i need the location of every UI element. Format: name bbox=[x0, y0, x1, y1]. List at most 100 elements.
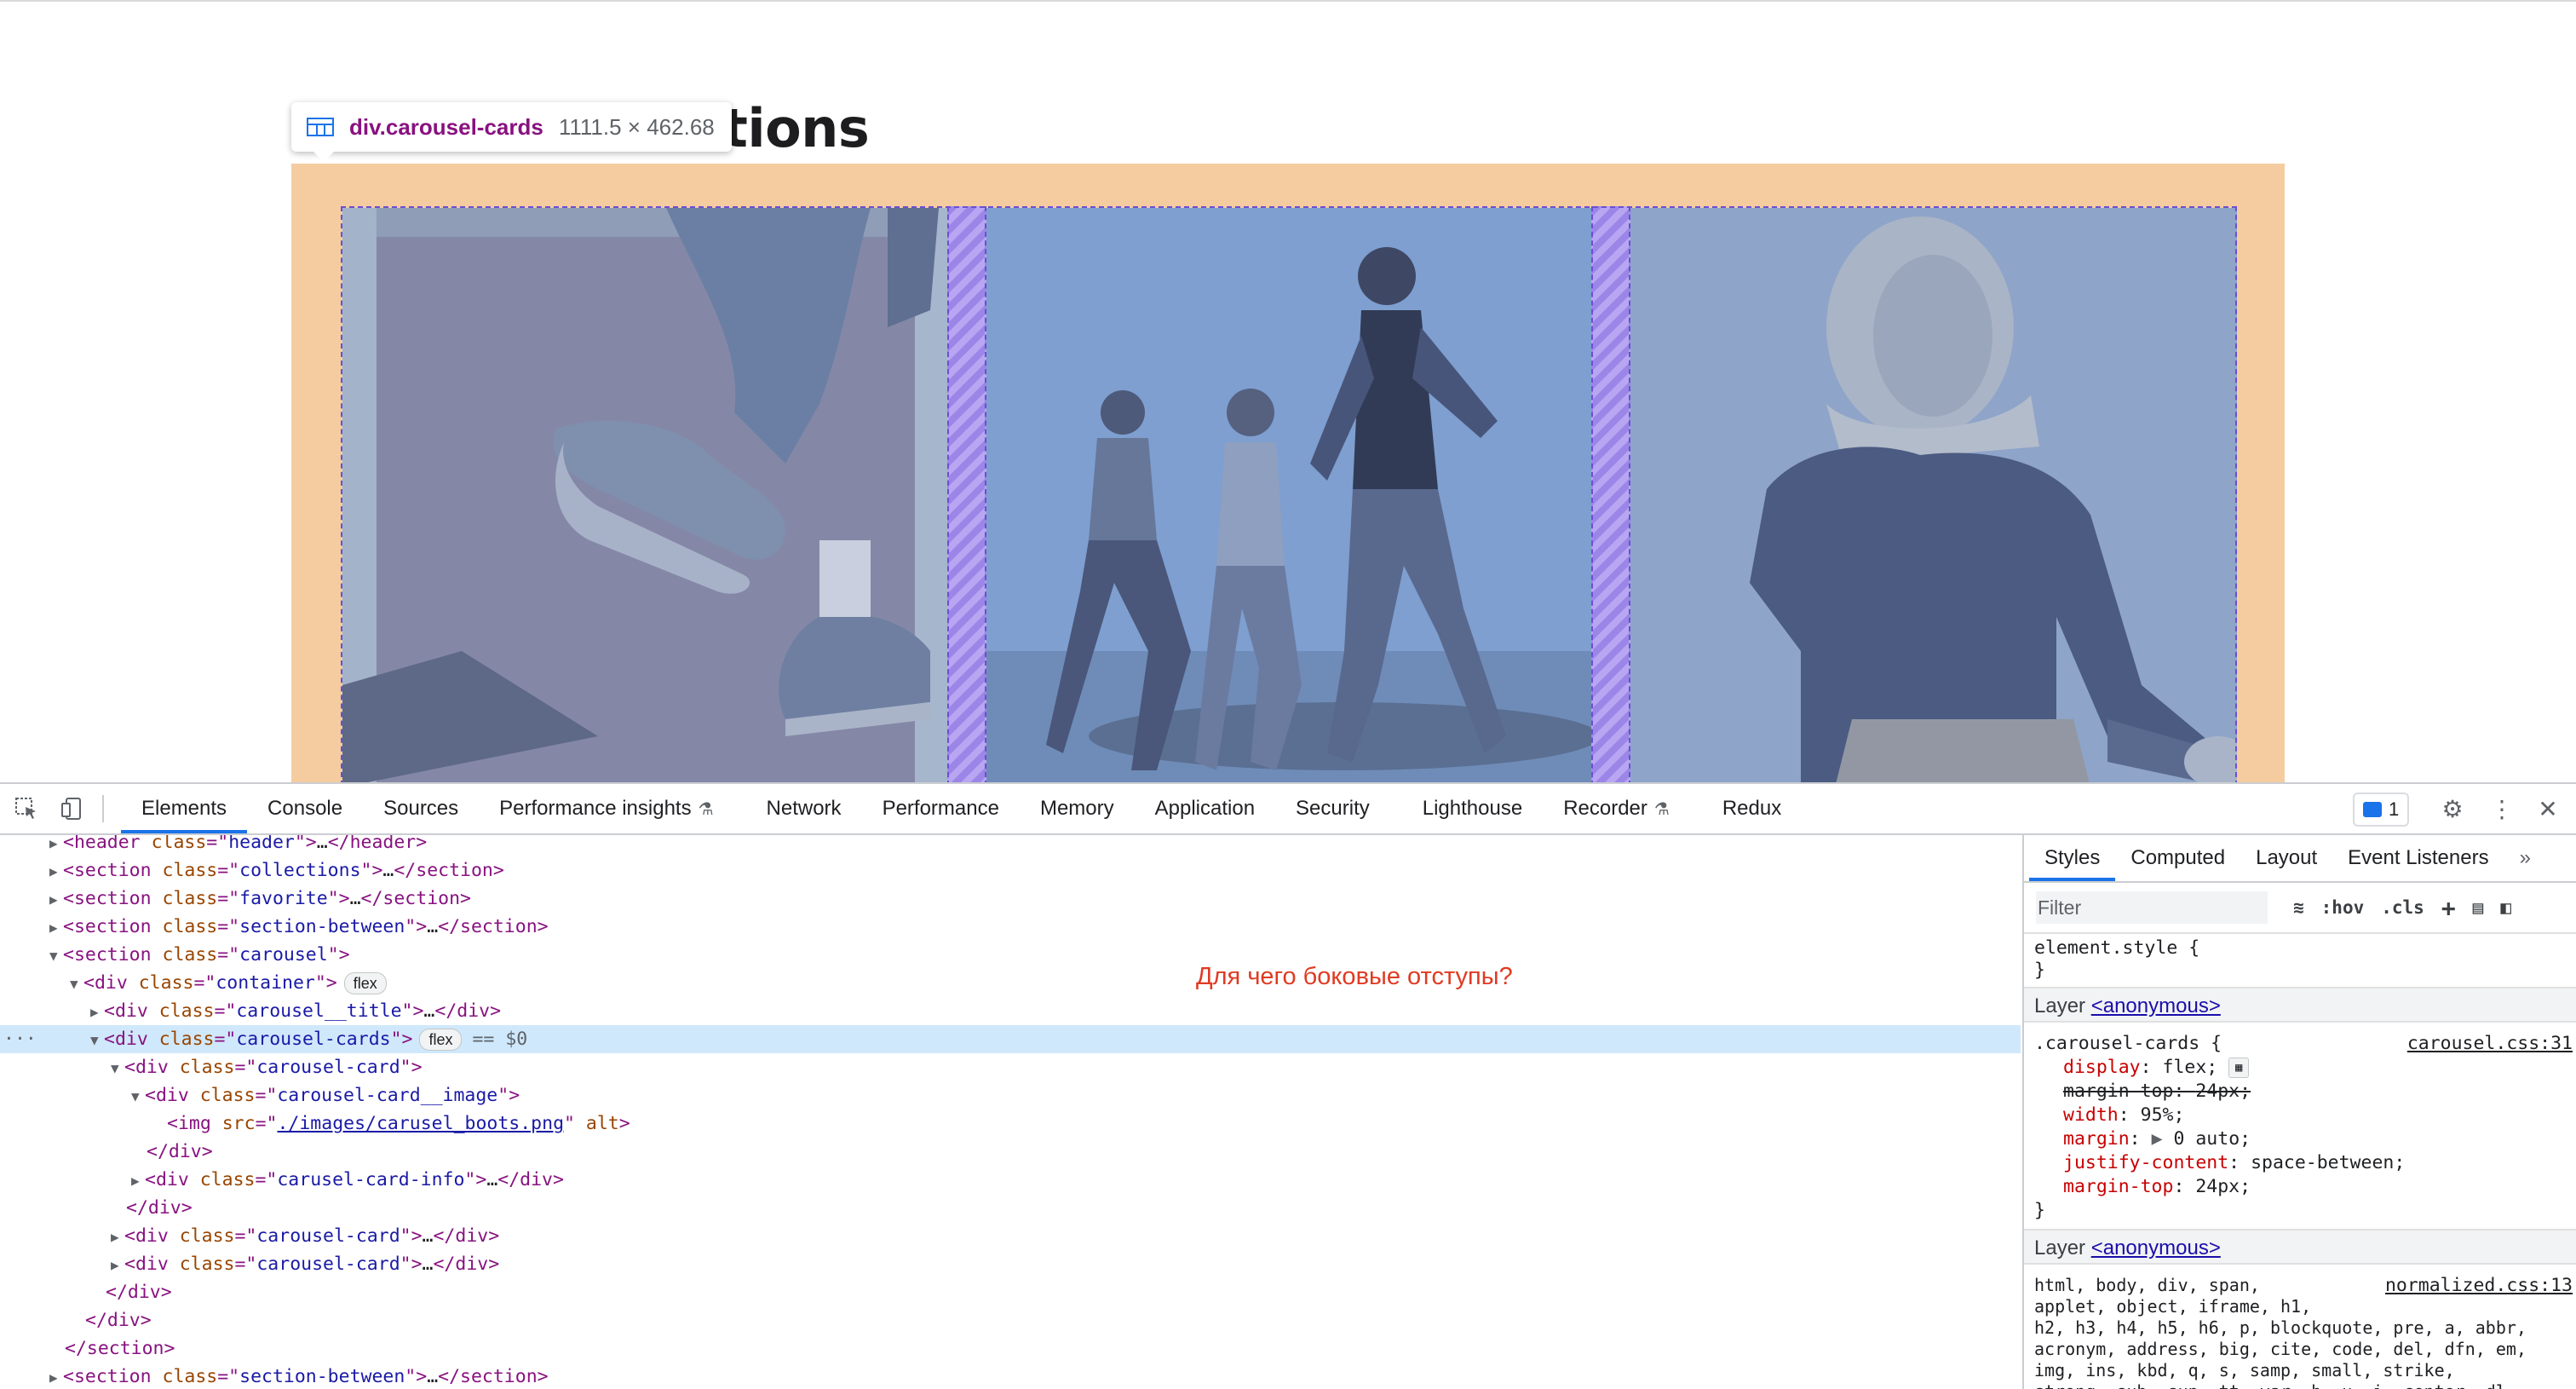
tooltip-element-size: 1111.5 × 462.68 bbox=[558, 113, 715, 140]
paint-brush-icon[interactable]: ▤ bbox=[2473, 897, 2484, 918]
issues-counter-button[interactable]: 1 bbox=[2353, 792, 2410, 827]
tab-elements[interactable]: Elements bbox=[121, 784, 248, 833]
close-devtools-icon[interactable]: ✕ bbox=[2533, 794, 2562, 823]
tab-lighthouse[interactable]: Lighthouse bbox=[1402, 784, 1543, 833]
dom-node-section-between[interactable]: ▶ <section class="section-between">…</sec… bbox=[0, 1363, 2021, 1389]
boots-image bbox=[342, 208, 947, 782]
tab-performance[interactable]: Performance bbox=[862, 784, 1020, 833]
tab-label: Console bbox=[267, 797, 343, 820]
annotation-note: Для чего боковые отступы? bbox=[1196, 963, 1513, 990]
expand-triangle-icon[interactable]: ▶ bbox=[2141, 1128, 2174, 1150]
inspect-element-icon[interactable] bbox=[12, 794, 41, 823]
layer-link[interactable]: <anonymous> bbox=[2091, 994, 2221, 1017]
more-options-icon[interactable]: ⋮ bbox=[2487, 794, 2516, 823]
tab-label: Recorder bbox=[1563, 797, 1647, 820]
flex-badge[interactable]: flex bbox=[419, 1029, 463, 1051]
experiment-flask-icon: ⚗ bbox=[698, 799, 714, 819]
dom-node-header[interactable]: ▶ <header class="header">…</header> bbox=[0, 835, 2021, 856]
runners-image bbox=[986, 208, 1591, 782]
page-viewport: ctions div.carousel-cards 1111.5 × 462.6… bbox=[0, 2, 2576, 782]
reset-selector-line[interactable]: acronym, address, big, cite, code, del, … bbox=[2034, 1339, 2527, 1359]
dom-node-carousel-title[interactable]: ▶ <div class="carousel__title">…</div> bbox=[0, 997, 2021, 1025]
tab-styles[interactable]: Styles bbox=[2029, 835, 2116, 881]
element-style-rule[interactable]: element.style { bbox=[2034, 937, 2199, 959]
dom-node-container[interactable]: ▼ <div class="container"> flex bbox=[0, 969, 2021, 997]
flex-badge[interactable]: flex bbox=[343, 972, 387, 994]
tab-application[interactable]: Application bbox=[1135, 784, 1275, 833]
tab-label: Styles bbox=[2044, 846, 2101, 869]
dom-node-img[interactable]: <img src="./images/carusel_boots.png" al… bbox=[0, 1109, 2021, 1138]
tab-memory[interactable]: Memory bbox=[1020, 784, 1135, 833]
dom-node-card-image[interactable]: ▼ <div class="carousel-card__image"> bbox=[0, 1081, 2021, 1109]
dom-node-section-favorite[interactable]: ▶ <section class="favorite">…</section> bbox=[0, 885, 2021, 913]
decl-width[interactable]: width: 95%; bbox=[2063, 1104, 2184, 1126]
layer-header: Layer <anonymous> bbox=[2024, 987, 2576, 1023]
reset-selector-line[interactable]: html, body, div, span, bbox=[2034, 1275, 2260, 1295]
carousel-card-woman[interactable] bbox=[1630, 208, 2237, 782]
issues-count: 1 bbox=[2389, 798, 2400, 820]
reset-selector-line[interactable]: img, ins, kbd, q, s, samp, small, strike… bbox=[2034, 1360, 2455, 1380]
decl-margin-top-overridden[interactable]: margin-top: 24px; bbox=[2063, 1081, 2251, 1102]
message-icon bbox=[2363, 802, 2382, 817]
carousel-card-runners[interactable] bbox=[986, 208, 1591, 782]
decl-margin-top[interactable]: margin-top: 24px; bbox=[2063, 1176, 2251, 1197]
new-rule-plus-icon[interactable]: + bbox=[2441, 894, 2456, 922]
reset-selector-line[interactable]: h2, h3, h4, h5, h6, p, blockquote, pre, … bbox=[2034, 1317, 2527, 1338]
dom-node-close-section[interactable]: </section> bbox=[0, 1334, 2021, 1363]
dom-node-close-div[interactable]: </div> bbox=[0, 1278, 2021, 1306]
reset-selector-line[interactable]: applet, object, iframe, h1, bbox=[2034, 1296, 2311, 1317]
flexbox-editor-icon[interactable]: ▦ bbox=[2228, 1058, 2250, 1078]
hov-toggle[interactable]: :hov bbox=[2321, 897, 2365, 918]
styles-pane: Styles Computed Layout Event Listeners »… bbox=[2022, 835, 2576, 1389]
dom-node-close-div[interactable]: </div> bbox=[0, 1194, 2021, 1222]
dom-node-card-info[interactable]: ▶ <div class="carusel-card-info">…</div> bbox=[0, 1166, 2021, 1194]
tab-console[interactable]: Console bbox=[247, 784, 363, 833]
tab-layout[interactable]: Layout bbox=[2240, 835, 2332, 881]
tab-event-listeners[interactable]: Event Listeners bbox=[2332, 835, 2504, 881]
inspect-tooltip: div.carousel-cards 1111.5 × 462.68 bbox=[291, 102, 732, 162]
dom-node-carousel-card[interactable]: ▶ <div class="carousel-card">…</div> bbox=[0, 1222, 2021, 1250]
tab-network[interactable]: Network bbox=[746, 784, 862, 833]
img-src-link[interactable]: ./images/carusel_boots.png bbox=[277, 1113, 564, 1134]
rule-source-link[interactable]: normalized.css:13 bbox=[2385, 1275, 2573, 1296]
dom-node-carousel-card[interactable]: ▼ <div class="carousel-card"> bbox=[0, 1053, 2021, 1081]
experiment-flask-icon: ⚗ bbox=[1653, 799, 1670, 819]
tab-recorder[interactable]: Recorder ⚗ bbox=[1543, 784, 1690, 833]
layer-link[interactable]: <anonymous> bbox=[2091, 1236, 2221, 1259]
layer-header: Layer <anonymous> bbox=[2024, 1229, 2576, 1265]
tab-label: Layout bbox=[2256, 846, 2318, 869]
tab-performance-insights[interactable]: Performance insights ⚗ bbox=[479, 784, 733, 833]
tab-label: Security bbox=[1296, 797, 1370, 820]
tab-label: Sources bbox=[383, 797, 459, 820]
device-toolbar-icon[interactable] bbox=[58, 794, 87, 823]
tab-redux[interactable]: Redux bbox=[1702, 784, 1802, 833]
layer-label: Layer bbox=[2034, 1236, 2086, 1259]
dom-node-section-carousel[interactable]: ▼ <section class="carousel"> bbox=[0, 941, 2021, 969]
decl-margin[interactable]: margin: ▶ 0 auto; bbox=[2063, 1128, 2251, 1150]
node-actions-ellipsis[interactable]: ··· bbox=[3, 1025, 37, 1053]
dom-node-carousel-card[interactable]: ▶ <div class="carousel-card">…</div> bbox=[0, 1250, 2021, 1278]
more-tabs-chevron-icon[interactable]: » bbox=[2504, 835, 2546, 881]
rule-selector[interactable]: .carousel-cards { bbox=[2034, 1033, 2222, 1054]
carousel-card-boots[interactable] bbox=[342, 208, 947, 782]
decl-display[interactable]: display: flex; ▦ bbox=[2063, 1057, 2250, 1078]
reset-selector-line[interactable]: strong, sub, sup, tt, var, b, u, i, cent… bbox=[2034, 1381, 2516, 1389]
tab-label: Memory bbox=[1039, 797, 1114, 820]
tab-label: Lighthouse bbox=[1422, 797, 1523, 820]
styles-filter-input[interactable]: Filter bbox=[2036, 891, 2268, 924]
dom-node-carousel-cards-selected[interactable]: ··· ▼ <div class="carousel-cards"> flex == $… bbox=[0, 1025, 2021, 1053]
toggle-sidebar-icon[interactable]: ◧ bbox=[2500, 897, 2511, 918]
tab-label: Event Listeners bbox=[2348, 846, 2489, 869]
dom-node-section-between[interactable]: ▶ <section class="section-between">…</sec… bbox=[0, 913, 2021, 941]
dom-node-close-div[interactable]: </div> bbox=[0, 1306, 2021, 1334]
rule-source-link[interactable]: carousel.css:31 bbox=[2407, 1033, 2573, 1054]
dom-node-close-div[interactable]: </div> bbox=[0, 1138, 2021, 1166]
tab-computed[interactable]: Computed bbox=[2115, 835, 2240, 881]
decl-justify-content[interactable]: justify-content: space-between; bbox=[2063, 1152, 2405, 1173]
tab-security[interactable]: Security bbox=[1275, 784, 1390, 833]
toggle-layers-icon[interactable]: ≋ bbox=[2293, 897, 2304, 918]
settings-gear-icon[interactable]: ⚙ bbox=[2438, 794, 2467, 823]
tab-sources[interactable]: Sources bbox=[363, 784, 479, 833]
dom-node-section-collections[interactable]: ▶ <section class="collections">…</section… bbox=[0, 856, 2021, 885]
cls-toggle[interactable]: .cls bbox=[2381, 897, 2424, 918]
